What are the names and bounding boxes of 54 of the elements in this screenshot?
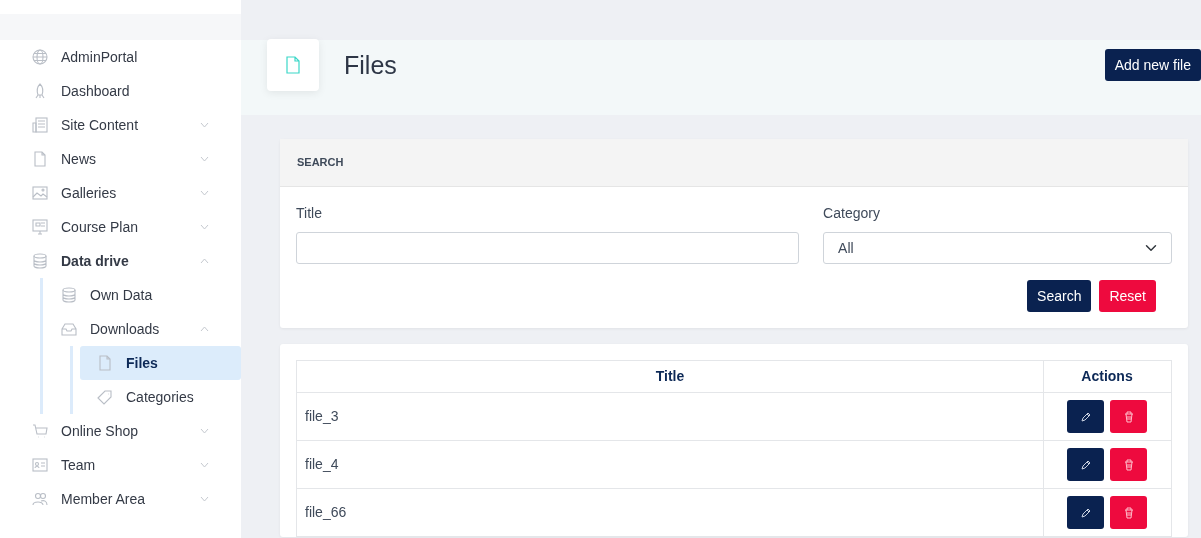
category-select[interactable]: All	[823, 232, 1172, 264]
document-icon	[286, 56, 300, 74]
edit-button[interactable]	[1067, 448, 1104, 481]
sidebar-item[interactable]: Member Area	[0, 482, 241, 516]
sidebar-item[interactable]: Site Content	[0, 108, 241, 142]
edit-button[interactable]	[1067, 400, 1104, 433]
pencil-icon	[1079, 506, 1092, 519]
table-cell: file_4	[296, 440, 1044, 489]
sidebar-item[interactable]: Downloads	[43, 312, 241, 346]
trash-icon	[1123, 410, 1134, 423]
column-header: Title	[296, 360, 1044, 393]
tray-icon	[61, 321, 77, 337]
monitor-icon	[32, 219, 48, 235]
table-cell: file_66	[296, 488, 1044, 537]
delete-button[interactable]	[1110, 400, 1147, 433]
pencil-icon	[1079, 410, 1092, 423]
sidebar-item[interactable]: Data drive	[0, 244, 241, 278]
pencil-icon	[1079, 458, 1092, 471]
cart-icon	[32, 423, 48, 439]
sidebar-item[interactable]: Team	[0, 448, 241, 482]
users-icon	[32, 491, 48, 507]
search-button[interactable]: Search	[1027, 280, 1092, 312]
globe-icon	[32, 49, 48, 65]
delete-button[interactable]	[1110, 496, 1147, 529]
tag-icon	[97, 389, 113, 405]
sidebar-item[interactable]: Galleries	[0, 176, 241, 210]
sidebar-item[interactable]: Dashboard	[0, 74, 241, 108]
sidebar-item[interactable]: Categories	[80, 380, 241, 414]
sidebar-item[interactable]: AdminPortal	[0, 40, 241, 74]
page-layout-icon	[32, 117, 48, 133]
database-icon	[61, 287, 77, 303]
sidebar-item[interactable]: News	[0, 142, 241, 176]
delete-button[interactable]	[1110, 448, 1147, 481]
page-title: Files	[344, 50, 398, 80]
id-card-icon	[32, 457, 48, 473]
field-label: Title	[296, 204, 323, 223]
edit-button[interactable]	[1067, 496, 1104, 529]
table-cell: file_3	[296, 392, 1044, 441]
trash-icon	[1123, 458, 1134, 471]
document-icon	[97, 355, 113, 371]
image-icon	[32, 185, 48, 201]
reset-button[interactable]: Reset	[1099, 280, 1156, 312]
trash-icon	[1123, 506, 1134, 519]
title-input[interactable]	[296, 232, 800, 264]
sidebar-item[interactable]: Online Shop	[0, 414, 241, 448]
sidebar-item[interactable]: Own Data	[43, 278, 241, 312]
database-icon	[32, 253, 48, 269]
sidebar-item[interactable]: Course Plan	[0, 210, 241, 244]
search-heading: SEARCH	[297, 155, 344, 171]
column-header: Actions	[1043, 360, 1172, 393]
sidebar-item[interactable]: Files	[80, 346, 241, 380]
add-file-button[interactable]: Add new file	[1104, 49, 1201, 81]
field-label: Category	[823, 204, 881, 223]
document-icon	[32, 151, 48, 167]
